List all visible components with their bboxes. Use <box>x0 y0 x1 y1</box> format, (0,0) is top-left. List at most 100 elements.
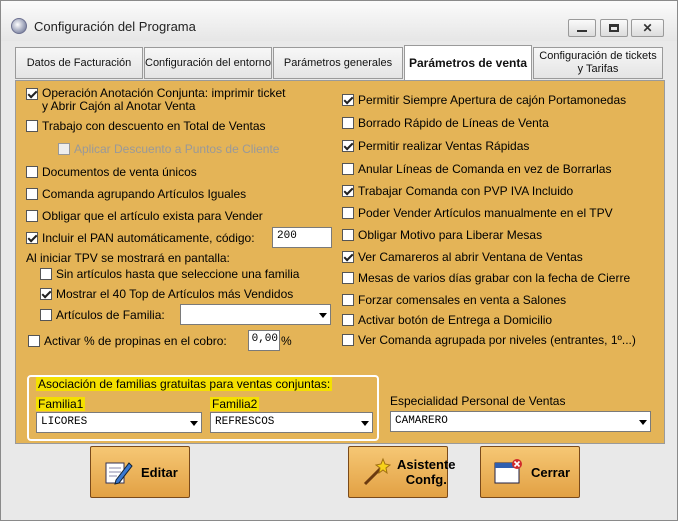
checkbox[interactable] <box>342 207 354 219</box>
op-conjunta-label-2: y Abrir Cajón al Anotar Venta <box>42 99 196 113</box>
checkbox[interactable] <box>26 188 38 200</box>
checkbox[interactable] <box>40 309 52 321</box>
checkbox-checked[interactable] <box>342 140 354 152</box>
obligar-motivo-label: Obligar Motivo para Liberar Mesas <box>358 228 543 242</box>
familia1-value: LICORES <box>41 416 88 428</box>
pvp-iva-checkbox[interactable]: Trabajar Comanda con PVP IVA Incluido <box>342 184 573 198</box>
close-window-button[interactable]: ✕ <box>631 19 664 37</box>
entrega-domicilio-checkbox[interactable]: Activar botón de Entrega a Domicilio <box>342 313 552 327</box>
tab-datos-facturacion[interactable]: Datos de Facturación <box>15 47 143 79</box>
checkbox[interactable] <box>28 335 40 347</box>
propinas-checkbox[interactable]: Activar % de propinas en el cobro: <box>28 334 227 348</box>
checkbox[interactable] <box>342 272 354 284</box>
mostrar-top-label: Mostrar el 40 Top de Artículos más Vendi… <box>56 287 294 301</box>
especialidad-value: CAMARERO <box>395 415 448 427</box>
anular-lineas-checkbox[interactable]: Anular Líneas de Comanda en vez de Borra… <box>342 162 611 176</box>
borrado-rapido-label: Borrado Rápido de Líneas de Venta <box>358 116 549 130</box>
ventas-rapidas-checkbox[interactable]: Permitir realizar Ventas Rápidas <box>342 139 529 153</box>
documentos-unicos-checkbox[interactable]: Documentos de venta únicos <box>26 165 197 179</box>
especialidad-select[interactable]: CAMARERO <box>390 411 651 432</box>
trabajo-descuento-checkbox[interactable]: Trabajo con descuento en Total de Ventas <box>26 119 266 133</box>
tab-parametros-generales[interactable]: Parámetros generales <box>273 47 403 79</box>
mostrar-top-checkbox[interactable]: Mostrar el 40 Top de Artículos más Vendi… <box>40 287 293 301</box>
checkbox-checked[interactable] <box>342 251 354 263</box>
op-conjunta-checkbox[interactable]: Operación Anotación Conjunta: imprimir t… <box>26 87 285 113</box>
comanda-agrupando-label: Comanda agrupando Artículos Iguales <box>42 187 247 201</box>
propinas-label: Activar % de propinas en el cobro: <box>44 334 227 348</box>
trabajo-descuento-label: Trabajo con descuento en Total de Ventas <box>42 119 266 133</box>
articulos-familia-label: Artículos de Familia: <box>56 308 165 322</box>
minimize-button[interactable] <box>568 19 596 37</box>
familia2-select[interactable]: REFRESCOS <box>210 412 373 433</box>
apertura-cajon-label: Permitir Siempre Apertura de cajón Porta… <box>358 93 627 107</box>
title-bar: Configuración del Programa ✕ <box>1 1 677 41</box>
sin-articulos-label: Sin artículos hasta que seleccione una f… <box>56 267 300 281</box>
tab-strip: Datos de Facturación Configuración del e… <box>15 45 665 81</box>
checkbox[interactable] <box>342 334 354 346</box>
aplicar-descuento-checkbox[interactable]: Aplicar Descuento a Puntos de Cliente <box>58 142 279 156</box>
comanda-agrupando-checkbox[interactable]: Comanda agrupando Artículos Iguales <box>26 187 246 201</box>
checkbox[interactable] <box>26 120 38 132</box>
cerrar-button[interactable]: Cerrar <box>480 446 580 498</box>
checkbox-checked[interactable] <box>342 94 354 106</box>
forzar-comensales-checkbox[interactable]: Forzar comensales en venta a Salones <box>342 293 566 307</box>
checkbox-disabled[interactable] <box>58 143 70 155</box>
entrega-domicilio-label: Activar botón de Entrega a Domicilio <box>358 313 553 327</box>
asistente-button[interactable]: Asistente Confg. <box>348 446 456 498</box>
articulos-familia-select[interactable] <box>180 304 331 325</box>
propinas-unit: % <box>281 334 292 348</box>
vender-manual-label: Poder Vender Artículos manualmente en el… <box>358 206 613 220</box>
familia1-label: Familia1 <box>36 397 86 411</box>
tab-parametros-venta[interactable]: Parámetros de venta <box>404 45 532 81</box>
mesas-varios-dias-label: Mesas de varios días grabar con la fecha… <box>358 271 631 285</box>
al-iniciar-label: Al iniciar TPV se mostrará en pantalla: <box>26 251 230 265</box>
incluir-pan-checkbox[interactable]: Incluir el PAN automáticamente, código: <box>26 231 255 245</box>
checkbox[interactable] <box>342 229 354 241</box>
checkbox[interactable] <box>26 210 38 222</box>
asistente-label: Asistente Confg. <box>397 457 456 487</box>
anular-lineas-label: Anular Líneas de Comanda en vez de Borra… <box>358 162 612 176</box>
close-icon: ✕ <box>642 21 653 35</box>
sin-articulos-checkbox[interactable]: Sin artículos hasta que seleccione una f… <box>40 267 299 281</box>
obligar-motivo-checkbox[interactable]: Obligar Motivo para Liberar Mesas <box>342 228 542 242</box>
mesas-varios-dias-checkbox[interactable]: Mesas de varios días grabar con la fecha… <box>342 271 630 285</box>
cerrar-label: Cerrar <box>531 464 571 480</box>
comanda-niveles-checkbox[interactable]: Ver Comanda agrupada por niveles (entran… <box>342 333 636 347</box>
checkbox[interactable] <box>26 166 38 178</box>
editar-label: Editar <box>141 464 178 480</box>
propinas-input[interactable]: 0,00 <box>248 330 280 351</box>
tab-configuracion-tickets[interactable]: Configuración de tickets y Tarifas <box>533 47 663 79</box>
maximize-button[interactable] <box>600 19 628 37</box>
checkbox[interactable] <box>342 117 354 129</box>
window-title: Configuración del Programa <box>34 19 196 34</box>
articulos-familia-checkbox[interactable]: Artículos de Familia: <box>40 308 165 322</box>
config-window: Configuración del Programa ✕ Datos de Fa… <box>0 0 678 521</box>
especialidad-label: Especialidad Personal de Ventas <box>390 394 566 408</box>
checkbox-checked[interactable] <box>40 288 52 300</box>
familia1-select[interactable]: LICORES <box>36 412 202 433</box>
dropdown-arrow-icon <box>361 421 369 426</box>
checkbox-checked[interactable] <box>26 232 38 244</box>
tab-configuracion-entorno[interactable]: Configuración del entorno <box>144 47 272 79</box>
dropdown-arrow-icon <box>190 421 198 426</box>
ver-camareros-checkbox[interactable]: Ver Camareros al abrir Ventana de Ventas <box>342 250 583 264</box>
familias-group-title: Asociación de familias gratuitas para ve… <box>36 377 333 391</box>
checkbox[interactable] <box>342 294 354 306</box>
checkbox-checked[interactable] <box>26 88 38 100</box>
familia2-label: Familia2 <box>210 397 260 411</box>
ventas-rapidas-label: Permitir realizar Ventas Rápidas <box>358 139 530 153</box>
apertura-cajon-checkbox[interactable]: Permitir Siempre Apertura de cajón Porta… <box>342 93 626 107</box>
checkbox-checked[interactable] <box>342 185 354 197</box>
checkbox[interactable] <box>342 314 354 326</box>
borrado-rapido-checkbox[interactable]: Borrado Rápido de Líneas de Venta <box>342 116 549 130</box>
minimize-icon <box>577 30 587 32</box>
editar-button[interactable]: Editar <box>90 446 190 498</box>
comanda-niveles-label: Ver Comanda agrupada por niveles (entran… <box>358 333 636 347</box>
checkbox[interactable] <box>40 268 52 280</box>
pvp-iva-label: Trabajar Comanda con PVP IVA Incluido <box>358 184 574 198</box>
close-window-icon <box>493 457 523 487</box>
pan-code-input[interactable]: 200 <box>272 227 332 248</box>
obligar-articulo-checkbox[interactable]: Obligar que el artículo exista para Vend… <box>26 209 263 223</box>
vender-manual-checkbox[interactable]: Poder Vender Artículos manualmente en el… <box>342 206 613 220</box>
checkbox[interactable] <box>342 163 354 175</box>
